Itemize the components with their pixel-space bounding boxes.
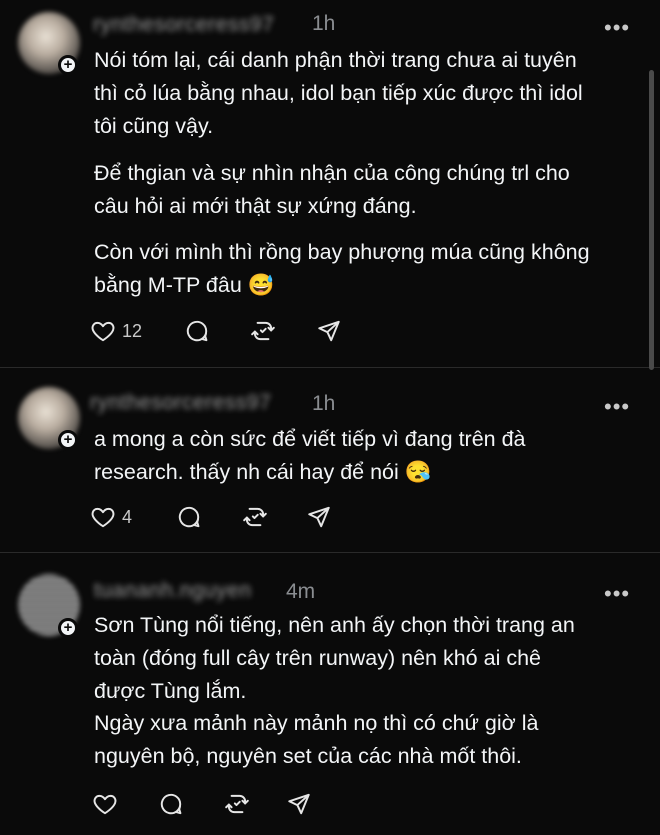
post-paragraph: Còn với mình thì rồng bay phượng múa cũn… [94,240,590,297]
comment-icon [160,793,182,815]
share-icon [288,793,310,815]
thread-post: + rynthesorceress97 1h ••• Nói tóm lại, … [0,0,660,365]
like-count: 4 [122,506,133,527]
username[interactable]: rynthesorceress97 [90,391,271,415]
follow-plus-icon[interactable]: + [58,430,78,450]
thread-post: + rynthesorceress97 1h ••• a mong a còn … [0,368,660,550]
comment-button[interactable] [184,316,210,346]
like-button[interactable] [92,789,124,819]
share-button[interactable] [316,316,342,346]
follow-plus-icon[interactable]: + [58,55,78,75]
heart-icon [91,507,115,528]
share-button[interactable] [306,502,332,532]
follow-plus-icon[interactable]: + [58,618,78,638]
like-count: 12 [122,320,143,341]
repost-icon [225,794,249,814]
repost-icon [243,507,267,527]
timestamp: 1h [312,392,336,415]
comment-button[interactable] [176,502,202,532]
post-paragraph: Ngày xưa mảnh này mảnh nọ thì có chứ giờ… [94,711,539,768]
share-button[interactable] [286,789,312,819]
heart-icon [91,321,115,342]
comment-icon [186,320,208,342]
like-button[interactable]: 4 [90,502,132,532]
timestamp: 1h [312,12,336,35]
repost-button[interactable] [224,789,250,819]
share-icon [318,320,340,342]
heart-icon [93,794,117,815]
more-horizontal-icon[interactable]: ••• [604,17,630,39]
post-paragraph: a mong a còn sức để viết tiếp vì đang tr… [94,427,526,484]
more-horizontal-icon[interactable]: ••• [604,583,630,605]
share-icon [308,506,330,528]
more-horizontal-icon[interactable]: ••• [604,396,630,418]
scrollbar[interactable] [649,70,654,370]
thread-post: + tuananh.nguyen 4m ••• Sơn Tùng nổi tiế… [0,553,660,835]
repost-icon [251,321,275,341]
username[interactable]: tuananh.nguyen [94,579,252,603]
comment-button[interactable] [158,789,184,819]
post-paragraph: Nói tóm lại, cái danh phận thời trang ch… [94,48,583,138]
repost-button[interactable] [250,316,276,346]
repost-button[interactable] [242,502,268,532]
username[interactable]: rynthesorceress97 [93,13,274,37]
timestamp: 4m [286,580,316,603]
comment-icon [178,506,200,528]
post-paragraph: Sơn Tùng nổi tiếng, nên anh ấy chọn thời… [94,613,575,703]
like-button[interactable]: 12 [90,316,142,346]
post-paragraph: Để thgian và sự nhìn nhận của công chúng… [94,161,570,218]
